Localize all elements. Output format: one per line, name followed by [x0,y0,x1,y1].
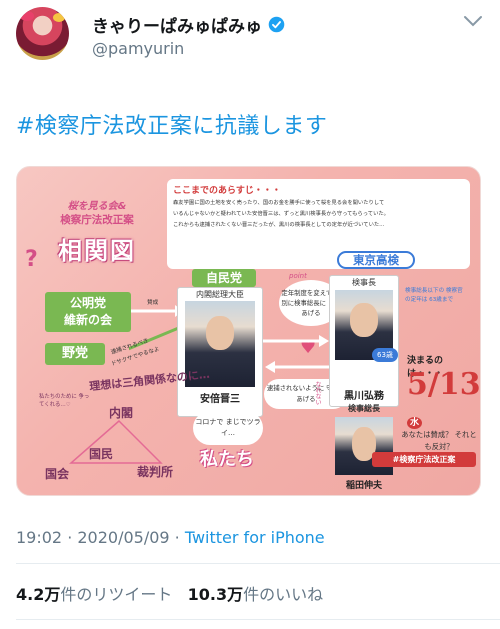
verified-badge-icon [268,16,285,33]
tweet-time-date[interactable]: 19:02 · 2020/05/09 · [16,528,185,547]
us-label: 私たち [200,449,254,470]
tokyo-high-prosecutors-label: 東京高検 [337,251,415,269]
ishin-label: 維新の会 [63,313,112,327]
triangle-diagram [69,419,163,464]
prosecutor-title: 検事長 [352,278,376,287]
cabinet-label: 内閣 [109,406,134,420]
ldp-label: 自民党 [192,269,256,287]
avatar-bow-decoration [20,11,34,21]
tweet-stats: 4.2万件のリツイート 10.3万件のいいね [16,581,323,605]
divider [16,619,500,620]
image-title-block: 桜を見る会& 検察庁法改正案 相関図 [45,197,149,266]
pm-title: 内閣総理大臣 [196,290,244,299]
image-hashtag: #検察庁法改正案 [372,452,476,467]
pm-name: 安倍晋三 [200,394,240,405]
opposition-box: 野党 [45,343,105,365]
story-heading: ここまでのあらすじ・・・ [173,186,281,196]
chevron-down-icon[interactable] [462,14,484,28]
image-title-big: 相関図 [58,236,136,265]
court-label: 裁判所 [137,465,174,479]
likes-label: 件のいいね [243,585,324,604]
story-box: ここまでのあらすじ・・・ 森友学園に国の土地を安く売ったり、国のお金を勝手に使っ… [167,179,470,269]
image-title-main: 検察庁法改正案 [60,214,134,226]
user-handle[interactable]: @pamyurin [92,39,184,58]
komeito-ishin-box: 公明党 維新の会 [45,292,131,332]
tweet-image[interactable]: ? 桜を見る会& 検察庁法改正案 相関図 ここまでのあらすじ・・・ 森友学園に国… [16,166,481,496]
cannot-become-label: なれない [314,381,321,405]
arrow-label-agree: 賛成 [147,300,159,306]
tweet-timestamp[interactable]: 19:02 · 2020/05/09 · Twitter for iPhone [16,528,325,547]
citizen-label: 国民 [89,447,114,461]
retweets-label: 件のリツイート [60,585,173,604]
prosecutor-general-title: 検事総長 [348,404,380,413]
likes-stat[interactable]: 10.3万件のいいね [188,585,324,604]
question-text: あなたは賛成？ それとも反対？ [401,430,477,451]
image-title-top: 桜を見る会& [67,201,127,212]
diet-label: 国会 [45,467,70,481]
display-name[interactable]: きゃりーぱみゅぱみゅ [92,12,285,37]
tweet-source-link[interactable]: Twitter for iPhone [185,528,325,547]
story-line: 森友学園に国の土地を安く売ったり、国のお金を勝手に使って桜を見る会を開いたりして [173,200,385,206]
question-mark-decoration: ? [25,247,38,272]
relation-arrows-center [263,335,331,373]
avatar[interactable] [16,7,69,60]
point-label: point [289,272,307,280]
decision-date: 5/13 水 [407,367,481,437]
story-line: これからも逮捕されたくない晋三だったが、黒川の検事長としての定年が近づいていた… [173,222,385,228]
likes-count: 10.3万 [187,585,244,604]
decision-day: 水 [407,416,423,429]
left-note: 私たちのために 争ってくれる…♡ [39,394,90,408]
retirement-age-note: 検事総長以下の 検察官の定年は 63歳まで [405,288,463,303]
decision-date-text: 5/13 [407,367,481,402]
display-name-text: きゃりーぱみゅぱみゅ [92,17,262,37]
corona-bubble: コロナで まじでツライ… [193,411,263,445]
retweets-stat[interactable]: 4.2万件のリツイート [16,585,172,604]
divider [16,563,500,564]
story-line: いるんじゃないかと疑われていた安倍晋三は、ずっと黒川検事長から守ってもらっていた… [173,211,389,217]
prosecutor-general-name: 稲田伸夫 [345,481,382,491]
tweet-hashtag-link[interactable]: #検察庁法改正案に抗議します [16,108,327,140]
age-badge: 63歳 [372,348,398,362]
komeito-label: 公明党 [69,296,106,310]
retweets-count: 4.2万 [16,585,61,604]
prosecutor-name: 黒川弘務 [344,391,384,402]
avatar-accessory-decoration [53,13,65,22]
